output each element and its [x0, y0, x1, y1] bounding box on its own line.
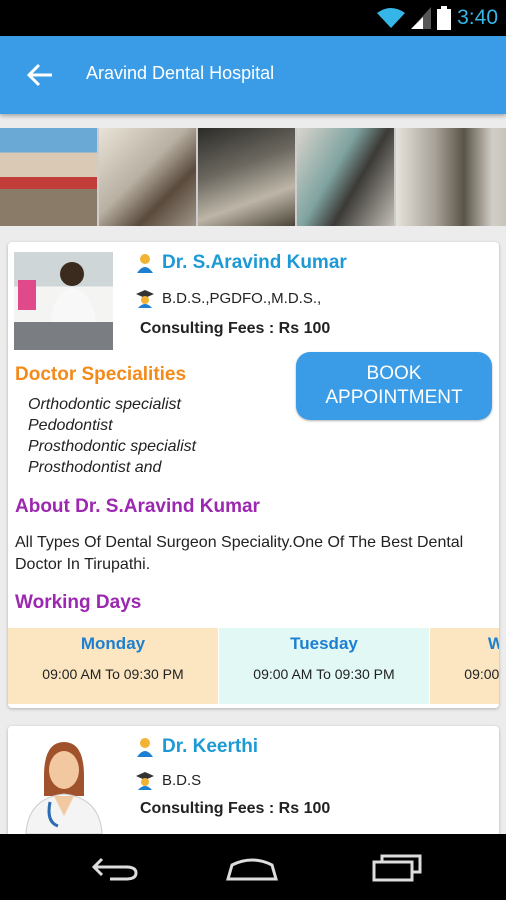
gallery-photo-reception[interactable] — [99, 128, 196, 226]
arrow-back-icon — [27, 63, 52, 87]
doctor-name-row: Dr. Keerthi — [136, 736, 258, 758]
nav-recents-button[interactable] — [366, 852, 426, 884]
working-day-wednesday: Wednesday 09:00 AM To 09:30 PM — [430, 628, 499, 704]
gallery-photo-dental-chair[interactable] — [297, 128, 394, 226]
working-days-list[interactable]: Monday 09:00 AM To 09:30 PM Tuesday 09:0… — [8, 628, 499, 704]
gallery-photo-exterior[interactable] — [0, 128, 97, 226]
back-nav-icon — [91, 857, 138, 881]
app-bar: Aravind Dental Hospital — [0, 36, 506, 114]
battery-icon — [437, 6, 452, 30]
gallery-photo-extra[interactable] — [495, 128, 506, 226]
nav-back-button[interactable] — [84, 852, 144, 884]
consulting-fees: Consulting Fees : Rs 100 — [140, 320, 331, 337]
doctor-card[interactable]: Dr. Keerthi B.D.S Consulting Fees : Rs 1… — [8, 726, 499, 834]
day-time: 09:00 AM To 09:30 PM — [464, 666, 499, 682]
home-nav-icon — [226, 858, 278, 881]
book-appointment-button[interactable]: BOOK APPOINTMENT — [296, 352, 492, 420]
speciality-item: Pedodontist — [28, 417, 113, 434]
speciality-item: Orthodontic specialist — [28, 396, 181, 413]
speciality-item: Prosthodontist and — [28, 459, 162, 476]
gallery-photo-treatment[interactable] — [396, 128, 493, 226]
signal-icon — [411, 7, 432, 29]
doctor-degree: B.D.S — [162, 771, 202, 789]
consulting-fees: Consulting Fees : Rs 100 — [140, 800, 331, 817]
day-name: Wednesday — [487, 634, 499, 653]
doctor-icon — [137, 738, 153, 757]
working-day-monday: Monday 09:00 AM To 09:30 PM — [8, 628, 218, 704]
doctor-name: Dr. S.Aravind Kumar — [162, 252, 347, 273]
day-time: 09:00 AM To 09:30 PM — [253, 666, 395, 682]
system-nav-bar — [0, 834, 506, 900]
status-time: 3:40 — [457, 6, 498, 29]
app-title: Aravind Dental Hospital — [86, 63, 275, 83]
doctor-name: Dr. Keerthi — [162, 736, 259, 757]
photo-gallery[interactable] — [0, 128, 506, 226]
status-icons: 3:40 — [377, 4, 498, 32]
gallery-photo-room[interactable] — [198, 128, 295, 226]
day-name: Tuesday — [290, 634, 358, 653]
doctor-card[interactable]: Dr. S.Aravind Kumar B.D.S.,PGDFO.,M.D.S.… — [8, 242, 499, 708]
recents-nav-icon — [372, 854, 422, 882]
specialities-list: Orthodontic specialist Pedodontist Prost… — [28, 394, 196, 478]
doctor-avatar — [14, 736, 113, 834]
working-days-title: Working Days — [15, 592, 142, 613]
graduation-icon — [136, 290, 154, 308]
day-name: Monday — [80, 634, 146, 653]
nav-home-button[interactable] — [222, 852, 282, 884]
specialities-title: Doctor Specialities — [15, 364, 187, 385]
day-time: 09:00 AM To 09:30 PM — [42, 666, 184, 682]
doctor-degree: B.D.S.,PGDFO.,M.D.S., — [162, 289, 322, 307]
doctor-degree-row: B.D.S — [136, 770, 201, 790]
doctor-name-row: Dr. S.Aravind Kumar — [136, 252, 347, 274]
status-bar: 3:40 — [0, 0, 506, 36]
about-text: All Types Of Dental Surgeon Speciality.O… — [15, 534, 464, 573]
about-title: About Dr. S.Aravind Kumar — [15, 496, 260, 517]
wifi-icon — [377, 8, 406, 28]
doctor-icon — [137, 254, 153, 273]
back-button[interactable] — [20, 58, 60, 92]
doctor-list[interactable]: Dr. S.Aravind Kumar B.D.S.,PGDFO.,M.D.S.… — [0, 236, 506, 834]
graduation-icon — [136, 772, 154, 790]
doctor-photo — [14, 252, 113, 350]
working-day-tuesday: Tuesday 09:00 AM To 09:30 PM — [219, 628, 429, 704]
doctor-degree-row: B.D.S.,PGDFO.,M.D.S., — [136, 288, 321, 308]
speciality-item: Prosthodontic specialist — [28, 438, 197, 455]
